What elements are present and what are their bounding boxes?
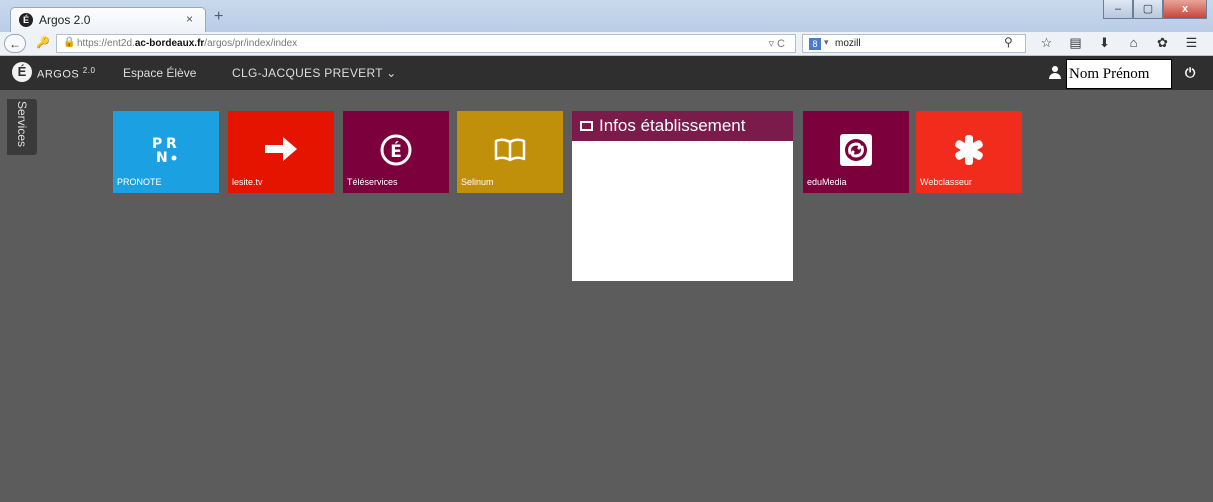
- reload-button[interactable]: ▿ C: [768, 37, 785, 50]
- pronote-icon: P R N: [113, 135, 219, 168]
- window-controls: – ▢ x: [1103, 0, 1207, 20]
- tab-title: Argos 2.0: [39, 13, 91, 27]
- user-icon: [1048, 66, 1062, 80]
- identity-icon[interactable]: 🔑: [36, 36, 50, 49]
- tile-teleservices[interactable]: É Téléservices: [343, 111, 449, 193]
- user-name[interactable]: Nom Prénom: [1066, 59, 1172, 89]
- browser-toolbar: ☆ ▤ ⬇ ⌂ ✿ ☰: [1032, 34, 1206, 52]
- education-nationale-icon: É: [343, 133, 449, 172]
- tile-label-selinum: Selinum: [461, 177, 494, 187]
- url-text: https://ent2d.ac-bordeaux.fr/argos/pr/in…: [77, 38, 298, 49]
- services-label: Services: [15, 101, 29, 148]
- argos-logo-icon[interactable]: É: [12, 62, 32, 82]
- lock-icon: 🔒: [63, 37, 76, 48]
- back-button[interactable]: ←: [4, 34, 26, 53]
- page-content: É ARGOS 2.0 Espace Élève CLG-JACQUES PRE…: [0, 56, 1213, 502]
- tile-label-pronote: PRONOTE: [117, 177, 162, 187]
- logout-power-icon[interactable]: ⏻: [1185, 65, 1195, 81]
- search-icon[interactable]: ⚲: [1004, 35, 1013, 49]
- svg-text:É: É: [390, 140, 402, 162]
- infos-etablissement-panel[interactable]: Infos établissement: [572, 111, 793, 281]
- services-panel-toggle[interactable]: Services: [7, 99, 37, 155]
- tile-edumedia[interactable]: eduMedia: [803, 111, 909, 193]
- download-icon[interactable]: ⬇: [1090, 34, 1119, 52]
- infos-etablissement-title: Infos établissement: [599, 116, 746, 135]
- browser-tab[interactable]: É Argos 2.0 ×: [10, 7, 206, 33]
- asterisk-icon: [916, 133, 1022, 172]
- favicon-icon: É: [19, 13, 33, 27]
- tile-webclasseur[interactable]: Webclasseur: [916, 111, 1022, 193]
- app-topbar: É ARGOS 2.0 Espace Élève CLG-JACQUES PRE…: [0, 56, 1213, 90]
- tile-label-webclasseur: Webclasseur: [920, 177, 972, 187]
- search-bar[interactable]: 8 ▾ mozill: [802, 34, 1026, 53]
- star-icon[interactable]: ☆: [1032, 34, 1061, 52]
- browser-titlebar: É Argos 2.0 × + – ▢ x: [0, 0, 1213, 33]
- url-bar[interactable]: 🔒 https://ent2d.ac-bordeaux.fr/argos/pr/…: [56, 34, 796, 53]
- app-logo-text[interactable]: ARGOS 2.0: [37, 66, 95, 81]
- tile-selinum[interactable]: Selinum: [457, 111, 563, 193]
- menu-icon[interactable]: ☰: [1177, 34, 1206, 52]
- new-tab-button[interactable]: +: [214, 8, 223, 26]
- search-input[interactable]: mozill: [835, 38, 861, 49]
- tile-pronote[interactable]: P R N PRONOTE: [113, 111, 219, 193]
- edumedia-icon: [803, 133, 909, 172]
- book-icon: [457, 137, 563, 168]
- bookmarks-icon[interactable]: ▤: [1061, 34, 1090, 52]
- tab-close-button[interactable]: ×: [186, 12, 193, 26]
- search-engine-icon[interactable]: 8: [809, 38, 821, 50]
- nav-etablissement-dropdown[interactable]: CLG-JACQUES PREVERT ⌄: [232, 66, 397, 80]
- maximize-button[interactable]: ▢: [1133, 0, 1163, 19]
- addon-icon[interactable]: ✿: [1148, 34, 1177, 52]
- home-icon[interactable]: ⌂: [1119, 34, 1148, 52]
- tile-lesite-tv[interactable]: lesite.tv: [228, 111, 334, 193]
- svg-text:N: N: [156, 150, 168, 163]
- arrow-right-icon: [228, 133, 334, 170]
- news-icon: [580, 120, 593, 131]
- tile-label-teleservices: Téléservices: [347, 177, 398, 187]
- close-window-button[interactable]: x: [1163, 0, 1207, 19]
- tile-label-edumedia: eduMedia: [807, 177, 847, 187]
- infos-etablissement-header: Infos établissement: [572, 111, 793, 141]
- minimize-button[interactable]: –: [1103, 0, 1133, 19]
- nav-espace-eleve[interactable]: Espace Élève: [123, 66, 196, 80]
- search-engine-dropdown-icon[interactable]: ▾: [824, 37, 829, 48]
- tile-label-lesite-tv: lesite.tv: [232, 177, 263, 187]
